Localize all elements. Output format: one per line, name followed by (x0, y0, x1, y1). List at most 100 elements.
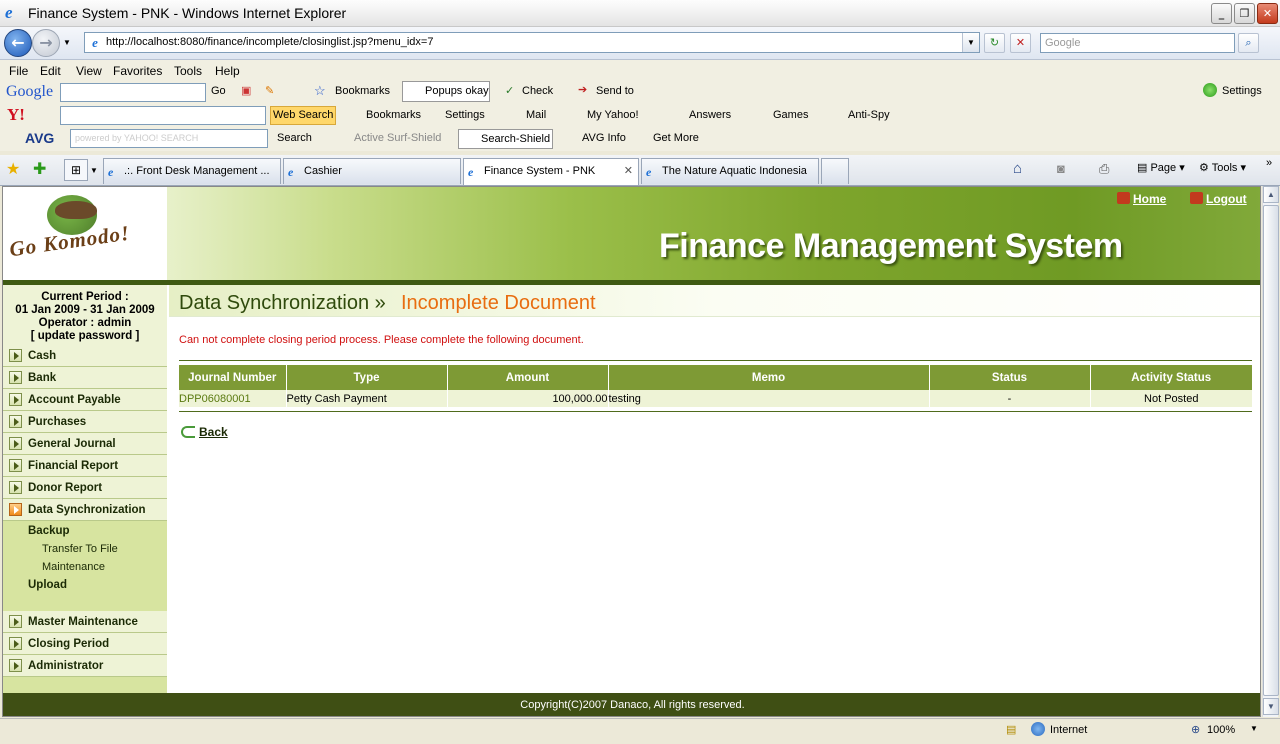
sidebar-item-account-payable[interactable]: Account Payable (3, 389, 167, 411)
yahoo-settings-button[interactable]: Settings (445, 109, 485, 121)
google-go-button[interactable]: Go (211, 85, 226, 97)
logout-icon (1190, 192, 1203, 204)
page-menu-label: Page (1150, 162, 1177, 174)
logout-link[interactable]: Logout (1190, 192, 1247, 206)
submenu-transfer-to-file[interactable]: Transfer To File (42, 543, 118, 555)
ie-logo-icon: e (5, 3, 13, 22)
cell-journal-number[interactable]: DPP06080001 (179, 390, 287, 407)
tab-nature-aquatic[interactable]: e The Nature Aquatic Indonesia (641, 158, 819, 184)
arrow-right-icon (9, 503, 22, 516)
quick-tabs-icon[interactable]: ⊞ (64, 159, 88, 181)
highlight-icon[interactable]: ✎ (265, 84, 274, 97)
google-search-input[interactable] (60, 83, 206, 102)
menu-tools[interactable]: Tools (174, 64, 202, 78)
zoom-dropdown-icon[interactable]: ▼ (1250, 724, 1258, 733)
new-tab-button[interactable] (821, 158, 849, 184)
menu-favorites[interactable]: Favorites (113, 64, 162, 78)
page-title-subsection: Incomplete Document (401, 292, 596, 314)
search-input[interactable]: Google (1040, 33, 1235, 53)
sidebar-item-financial-report[interactable]: Financial Report (3, 455, 167, 477)
recent-pages-dropdown-icon[interactable]: ▼ (63, 38, 71, 47)
sidebar-item-purchases[interactable]: Purchases (3, 411, 167, 433)
scroll-down-icon[interactable]: ▼ (1263, 698, 1279, 715)
feeds-icon[interactable]: ◙ (1057, 161, 1065, 176)
active-surf-shield-button[interactable]: Active Surf-Shield (354, 132, 441, 144)
avg-search-button[interactable]: Search (277, 132, 312, 144)
sidebar-item-general-journal[interactable]: General Journal (3, 433, 167, 455)
col-memo: Memo (608, 365, 930, 390)
tab-list-dropdown-icon[interactable]: ▼ (90, 166, 98, 175)
menu-help[interactable]: Help (215, 64, 240, 78)
window-title: Finance System - PNK - Windows Internet … (28, 5, 347, 21)
menu-edit[interactable]: Edit (40, 64, 61, 78)
address-url[interactable]: http://localhost:8080/finance/incomplete… (106, 36, 433, 48)
menu-view[interactable]: View (76, 64, 102, 78)
sidebar-item-data-synchronization[interactable]: Data Synchronization (3, 499, 167, 521)
table-header-row: Journal Number Type Amount Memo Status A… (179, 365, 1252, 390)
forward-button[interactable]: → (32, 29, 60, 57)
update-password-link[interactable]: [ update password ] (3, 330, 167, 343)
avg-info-button[interactable]: AVG Info (582, 132, 626, 144)
page-menu-button[interactable]: ▤ Page ▾ (1137, 161, 1185, 174)
answers-button[interactable]: Answers (689, 109, 731, 121)
sidebar-item-bank[interactable]: Bank (3, 367, 167, 389)
zoom-icon[interactable]: ⊕ (1191, 723, 1200, 736)
table-row[interactable]: DPP06080001 Petty Cash Payment 100,000.0… (179, 390, 1252, 407)
sidebar-item-administrator[interactable]: Administrator (3, 655, 167, 677)
check-button[interactable]: Check (522, 85, 553, 97)
address-bar[interactable]: e http://localhost:8080/finance/incomple… (84, 32, 980, 53)
col-amount: Amount (447, 365, 609, 390)
home-link[interactable]: Home (1117, 192, 1166, 206)
yahoo-mail-button[interactable]: Mail (526, 109, 546, 121)
star-icon[interactable]: ☆ (314, 83, 326, 99)
scroll-thumb[interactable] (1263, 205, 1279, 696)
chevron-more-icon[interactable]: » (1266, 157, 1272, 169)
print-icon[interactable]: ⎙ (1099, 161, 1109, 177)
yahoo-search-input[interactable] (60, 106, 266, 125)
submenu-backup[interactable]: Backup (28, 525, 70, 537)
tab-cashier[interactable]: e Cashier (283, 158, 461, 184)
maximize-button[interactable]: ❐ (1234, 3, 1255, 24)
stop-icon[interactable]: ✕ (1010, 33, 1031, 53)
sidebar-item-cash[interactable]: Cash (3, 345, 167, 367)
get-more-button[interactable]: Get More (653, 132, 699, 144)
back-button[interactable]: ← (4, 29, 32, 57)
tools-menu-button[interactable]: ⚙ Tools ▾ (1199, 161, 1246, 174)
google-settings-button[interactable]: Settings (1222, 85, 1262, 97)
refresh-icon[interactable]: ↻ (984, 33, 1005, 53)
sidebar-item-donor-report[interactable]: Donor Report (3, 477, 167, 499)
home-icon[interactable]: ⌂ (1013, 160, 1022, 177)
avg-search-input[interactable]: powered by YAHOO! SEARCH (70, 129, 268, 148)
tab-front-desk[interactable]: e .:. Front Desk Management ... (103, 158, 281, 184)
search-icon[interactable]: ⌕ (1238, 33, 1259, 53)
web-search-button[interactable]: Web Search (270, 106, 337, 125)
address-dropdown-icon[interactable]: ▼ (962, 33, 979, 52)
cell-memo: testing (608, 390, 930, 407)
submenu-upload[interactable]: Upload (28, 579, 67, 591)
tab-row: ★ ✚ ⊞ ▼ e .:. Front Desk Management ... e… (0, 155, 1280, 186)
google-bookmarks-button[interactable]: Bookmarks (335, 85, 390, 97)
favorites-star-icon[interactable]: ★ (6, 159, 20, 179)
menu-file[interactable]: File (9, 64, 28, 78)
back-link[interactable]: Back (181, 425, 228, 439)
zoom-level[interactable]: 100% (1207, 724, 1235, 736)
sidebar-item-master-maintenance[interactable]: Master Maintenance (3, 611, 167, 633)
close-button[interactable]: ✕ (1257, 3, 1278, 24)
vertical-scrollbar[interactable]: ▲ ▼ (1262, 186, 1279, 717)
tab-close-icon[interactable]: ✕ (624, 164, 633, 177)
popups-okay-button[interactable]: Popups okay (402, 81, 490, 102)
my-yahoo-button[interactable]: My Yahoo! (587, 109, 639, 121)
send-to-button[interactable]: Send to (596, 85, 634, 97)
add-favorites-icon[interactable]: ✚ (33, 159, 46, 179)
submenu-maintenance[interactable]: Maintenance (42, 561, 105, 573)
scroll-up-icon[interactable]: ▲ (1263, 186, 1279, 203)
sidebar-item-closing-period[interactable]: Closing Period (3, 633, 167, 655)
search-shield-button[interactable]: Search-Shield (458, 129, 554, 149)
minimize-button[interactable]: _ (1211, 3, 1232, 24)
page-title-section: Data Synchronization » (179, 292, 386, 314)
games-button[interactable]: Games (773, 109, 808, 121)
pagerank-icon[interactable]: ▣ (241, 84, 251, 97)
anti-spy-button[interactable]: Anti-Spy (848, 109, 890, 121)
tab-finance-system[interactable]: e Finance System - PNK ✕ (463, 158, 639, 185)
yahoo-bookmarks-button[interactable]: Bookmarks (366, 109, 421, 121)
